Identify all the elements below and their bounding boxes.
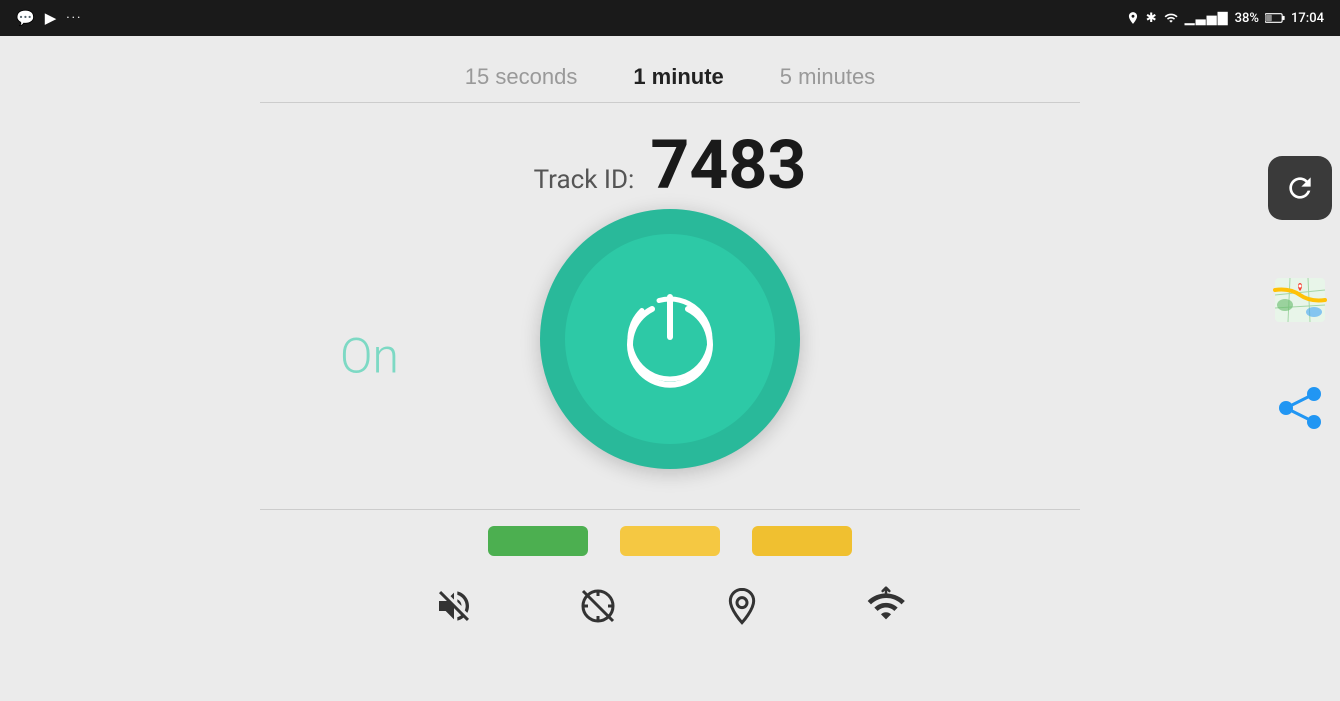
mute-button[interactable] xyxy=(432,584,476,628)
track-id-label: Track ID: xyxy=(534,165,635,195)
bluetooth-icon: ✱ xyxy=(1146,11,1157,26)
signal-bar-cell xyxy=(620,526,720,556)
track-id-value: 7483 xyxy=(650,131,806,199)
location-status-icon xyxy=(1126,11,1140,25)
play-icon: ▶ xyxy=(45,9,57,27)
signal-bar-wifi xyxy=(752,526,852,556)
clock: 17:04 xyxy=(1291,11,1324,26)
location-pin-button[interactable] xyxy=(720,584,764,628)
wifi-signal-button[interactable] xyxy=(864,584,908,628)
gps-off-button[interactable] xyxy=(576,584,620,628)
tab-1-minute[interactable]: 1 minute xyxy=(605,56,751,98)
power-icon xyxy=(610,279,730,399)
status-bar-left: 💬 ▶ ··· xyxy=(16,9,82,27)
map-button[interactable] xyxy=(1270,270,1330,330)
track-id-row: Track ID: 7483 xyxy=(534,131,807,199)
right-sidebar xyxy=(1260,36,1340,701)
tab-5-minutes[interactable]: 5 minutes xyxy=(752,56,903,98)
power-button-container: On xyxy=(540,209,800,469)
battery-percent: 38% xyxy=(1235,11,1259,26)
power-button[interactable] xyxy=(540,209,800,469)
signal-bar-gps xyxy=(488,526,588,556)
power-state-label: On xyxy=(340,328,399,385)
wifi-status-icon xyxy=(1163,11,1179,25)
status-bar-right: ✱ ▁▃▅▇ 38% 17:04 xyxy=(1126,11,1324,26)
bottom-divider xyxy=(260,509,1080,510)
main-content: 15 seconds 1 minute 5 minutes Track ID: … xyxy=(0,36,1340,701)
signal-strength-icon: ▁▃▅▇ xyxy=(1185,11,1229,26)
top-divider xyxy=(260,102,1080,103)
signal-bars-row xyxy=(488,526,852,556)
share-button[interactable] xyxy=(1272,380,1328,436)
dots-icon: ··· xyxy=(66,11,82,26)
interval-tabs: 15 seconds 1 minute 5 minutes xyxy=(220,56,1120,98)
message-icon: 💬 xyxy=(16,9,35,27)
battery-icon xyxy=(1265,12,1285,24)
power-button-inner xyxy=(565,234,775,444)
bottom-icons-row xyxy=(432,584,908,628)
tab-15-seconds[interactable]: 15 seconds xyxy=(437,56,606,98)
refresh-button[interactable] xyxy=(1268,156,1332,220)
status-bar: 💬 ▶ ··· ✱ ▁▃▅▇ 38% 17:04 xyxy=(0,0,1340,36)
